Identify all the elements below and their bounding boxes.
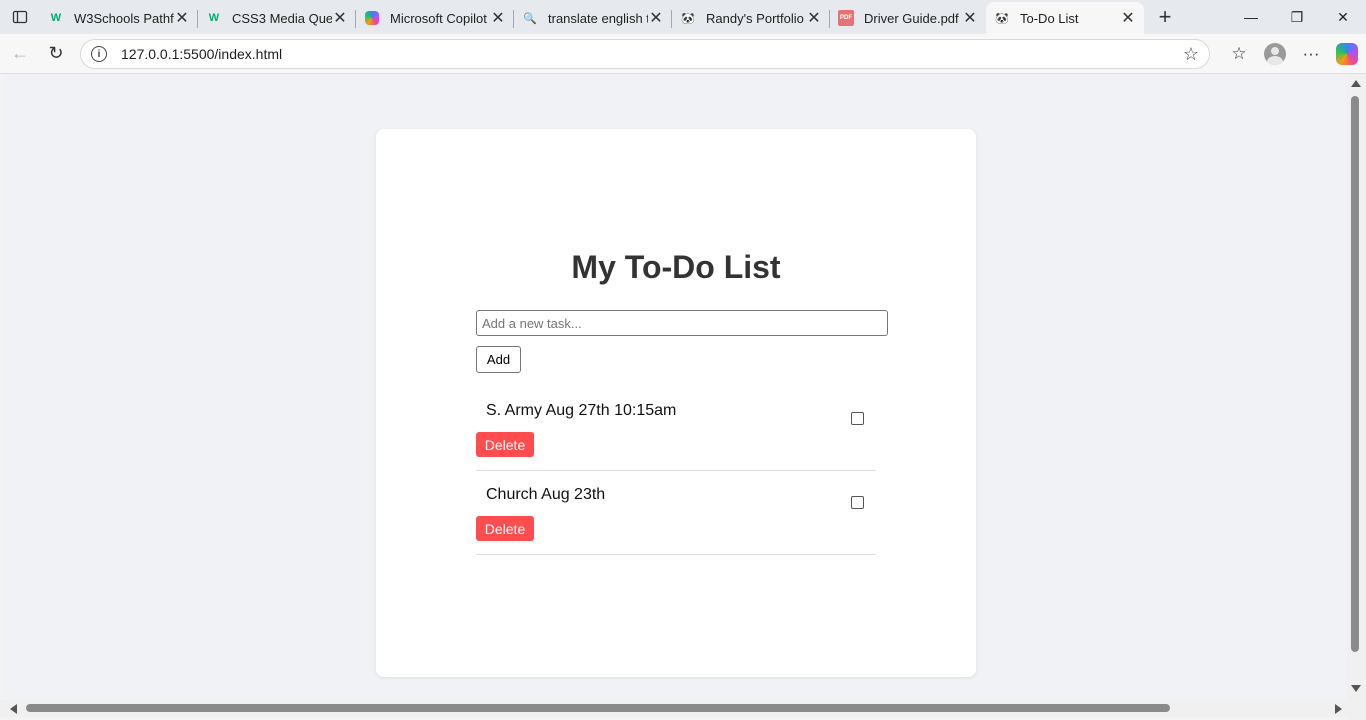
horizontal-scrollbar[interactable] — [0, 700, 1347, 717]
reload-icon: ↻ — [48, 43, 64, 63]
delete-task-button[interactable]: Delete — [476, 432, 534, 457]
tab-microsoft-copilot[interactable]: Microsoft Copilot ✕ — [356, 2, 514, 34]
panda-icon: 🐼 — [995, 12, 1009, 25]
scroll-up-arrow-icon[interactable] — [1351, 80, 1361, 87]
vertical-scrollbar[interactable] — [1347, 74, 1366, 700]
settings-more-button[interactable]: ··· — [1293, 38, 1329, 70]
tab-title: CSS3 Media Queri — [232, 10, 332, 26]
tab-actions-icon — [12, 10, 28, 24]
vertical-scroll-thumb[interactable] — [1351, 96, 1359, 652]
close-icon[interactable]: ✕ — [490, 10, 506, 27]
profile-avatar[interactable] — [1264, 43, 1286, 65]
tab-title: translate english t — [548, 10, 648, 26]
task-text: S. Army Aug 27th 10:15am — [486, 402, 677, 419]
page-title: My To-Do List — [571, 249, 781, 285]
minimize-icon: — — [1244, 9, 1258, 25]
close-icon[interactable]: ✕ — [332, 10, 348, 27]
tab-actions-button[interactable] — [0, 0, 40, 34]
tab-title: W3Schools Pathfir — [74, 10, 174, 26]
horizontal-scroll-thumb[interactable] — [26, 704, 1170, 712]
tab-title: Microsoft Copilot — [390, 10, 487, 26]
delete-task-button[interactable]: Delete — [476, 516, 534, 541]
tab-translate-search[interactable]: 🔍 translate english t ✕ — [514, 2, 672, 34]
back-button[interactable]: ← — [2, 38, 38, 70]
task-complete-checkbox[interactable] — [851, 412, 864, 425]
tab-strip: W W3Schools Pathfir ✕ W CSS3 Media Queri… — [0, 0, 1366, 34]
pdf-icon: PDF — [838, 10, 854, 26]
tab-title: Randy's Portfolio — [706, 10, 804, 26]
copilot-icon — [364, 10, 380, 26]
scroll-right-arrow-icon[interactable] — [1335, 704, 1342, 714]
new-task-input[interactable] — [476, 310, 888, 336]
task-text: Church Aug 23th — [486, 486, 606, 503]
scrollbar-corner — [1347, 700, 1366, 720]
scroll-left-arrow-icon[interactable] — [10, 704, 17, 714]
tab-driver-guide-pdf[interactable]: PDF Driver Guide.pdf ✕ — [830, 2, 986, 34]
back-arrow-icon: ← — [11, 43, 29, 63]
tab-css3-media-queries[interactable]: W CSS3 Media Queri ✕ — [198, 2, 356, 34]
address-bar[interactable]: i 127.0.0.1:5500/index.html ☆ — [80, 39, 1210, 69]
close-icon[interactable]: ✕ — [648, 10, 664, 27]
todo-card: My To-Do List Add S. Army Aug 27th 10:15… — [376, 129, 976, 677]
task-complete-checkbox[interactable] — [851, 496, 864, 509]
toolbar-right: ☆ ··· — [1221, 38, 1358, 70]
site-info-icon[interactable]: i — [91, 46, 107, 62]
tab-title: Driver Guide.pdf — [864, 10, 959, 26]
add-task-button[interactable]: Add — [476, 346, 521, 373]
task-list: S. Army Aug 27th 10:15am Delete Church A… — [476, 387, 876, 555]
close-icon[interactable]: ✕ — [1120, 10, 1136, 27]
more-icon: ··· — [1302, 44, 1320, 63]
restore-button[interactable]: ❐ — [1274, 0, 1320, 34]
page-viewport: My To-Do List Add S. Army Aug 27th 10:15… — [3, 74, 1347, 700]
close-icon[interactable]: ✕ — [806, 10, 822, 27]
tab-w3schools-pathfinder[interactable]: W W3Schools Pathfir ✕ — [40, 2, 198, 34]
w3schools-icon: W — [50, 12, 62, 24]
close-icon[interactable]: ✕ — [174, 10, 190, 27]
task-item: S. Army Aug 27th 10:15am Delete — [476, 387, 876, 471]
favorites-icon: ☆ — [1231, 44, 1247, 63]
new-tab-button[interactable]: + — [1148, 0, 1182, 34]
window-controls: — ❐ ✕ — [1228, 0, 1366, 34]
scroll-down-arrow-icon[interactable] — [1351, 685, 1361, 692]
close-icon[interactable]: ✕ — [962, 10, 978, 27]
close-window-button[interactable]: ✕ — [1320, 0, 1366, 34]
task-item: Church Aug 23th Delete — [476, 471, 876, 555]
restore-icon: ❐ — [1290, 8, 1304, 25]
favorite-star-icon[interactable]: ☆ — [1183, 44, 1199, 65]
plus-icon: + — [1158, 4, 1172, 29]
copilot-icon[interactable] — [1336, 43, 1358, 65]
minimize-button[interactable]: — — [1228, 0, 1274, 34]
address-url[interactable]: 127.0.0.1:5500/index.html — [121, 46, 282, 62]
tab-title: To-Do List — [1020, 10, 1079, 26]
tab-todo-list[interactable]: 🐼 To-Do List ✕ — [986, 2, 1144, 34]
search-icon: 🔍 — [523, 12, 537, 25]
tab-randys-portfolio[interactable]: 🐼 Randy's Portfolio ✕ — [672, 2, 830, 34]
close-icon: ✕ — [1337, 8, 1349, 25]
w3schools-icon: W — [208, 12, 220, 24]
browser-toolbar: ← ↻ i 127.0.0.1:5500/index.html ☆ ☆ ··· — [0, 34, 1366, 74]
favorites-button[interactable]: ☆ — [1221, 38, 1257, 70]
reload-button[interactable]: ↻ — [38, 38, 74, 70]
panda-icon: 🐼 — [681, 12, 695, 25]
